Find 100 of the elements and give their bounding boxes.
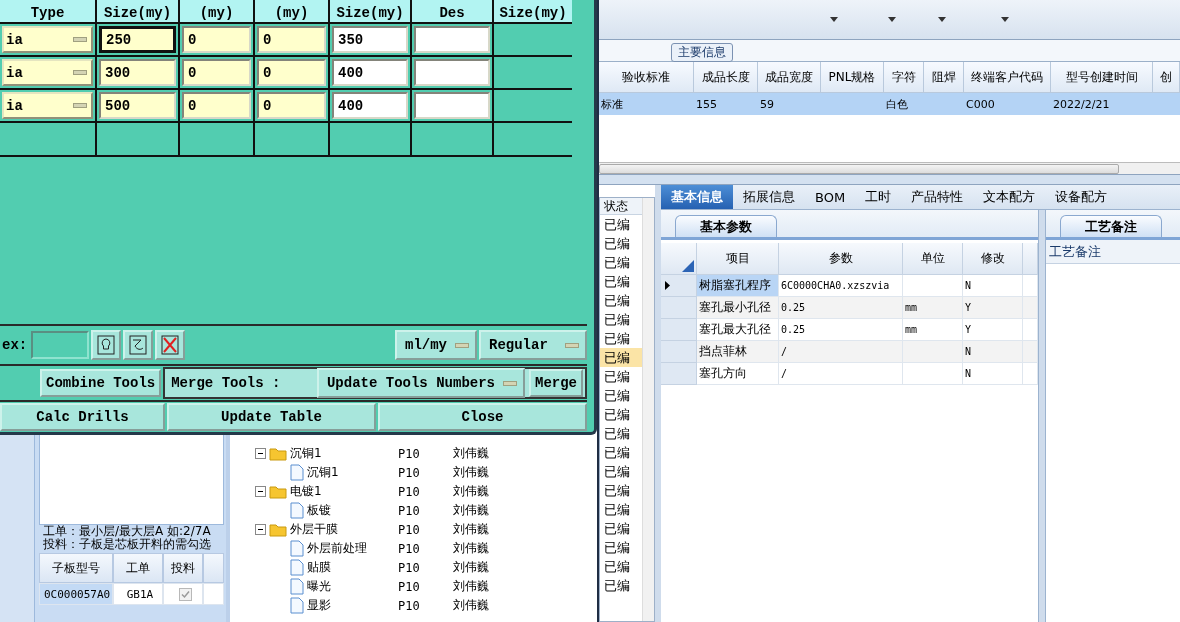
dropdown-caret-icon[interactable] bbox=[938, 17, 946, 22]
collapse-icon[interactable] bbox=[255, 486, 266, 497]
tree-item-label[interactable]: 贴膜 bbox=[307, 559, 331, 576]
tab[interactable]: 文本配方 bbox=[973, 185, 1046, 209]
column-header: PNL规格 bbox=[821, 62, 884, 93]
column-header: 子板型号 bbox=[39, 553, 113, 583]
column-header: 阻焊 bbox=[924, 62, 964, 93]
input-field[interactable]: 0 bbox=[257, 92, 326, 119]
column-header: 项目 bbox=[697, 243, 779, 275]
delete-button[interactable] bbox=[155, 330, 186, 360]
column-header: 字符 bbox=[884, 62, 924, 93]
table-cell: 塞孔最大孔径 bbox=[697, 319, 779, 341]
tab[interactable]: 基本信息 bbox=[661, 185, 733, 209]
input-field[interactable]: 0 bbox=[182, 59, 251, 86]
unit-dropdown[interactable]: ml/my bbox=[395, 330, 477, 360]
tree-cell-text: P10 bbox=[397, 446, 421, 461]
checkbox[interactable] bbox=[178, 587, 192, 601]
action-button[interactable]: Update Table bbox=[167, 403, 376, 431]
bulb-button[interactable] bbox=[91, 330, 122, 360]
input-field[interactable]: 0 bbox=[182, 92, 251, 119]
picture-button[interactable] bbox=[123, 330, 154, 360]
input-field[interactable]: 400 bbox=[332, 92, 408, 119]
table-cell: / bbox=[779, 363, 903, 385]
dropdown-caret-icon[interactable] bbox=[888, 17, 896, 22]
field-label: ex: bbox=[1, 337, 29, 353]
group-title: 主要信息 bbox=[671, 43, 733, 62]
input-field[interactable]: 0 bbox=[182, 26, 251, 53]
tree-item-label[interactable]: 沉铜1 bbox=[307, 464, 339, 481]
tree-item-label[interactable]: 板镀 bbox=[307, 502, 331, 519]
corner-icon bbox=[682, 260, 694, 272]
pane-tab[interactable]: 基本参数 bbox=[675, 215, 777, 237]
column-header: 单位 bbox=[903, 243, 963, 275]
table-cell: mm bbox=[903, 297, 963, 319]
combine-tools-button[interactable]: Combine Tools bbox=[40, 369, 162, 397]
tree-cell-text: P10 bbox=[397, 503, 421, 518]
table-cell: C000 bbox=[964, 93, 1051, 115]
vertical-scrollbar[interactable] bbox=[642, 198, 654, 621]
table-cell: 塞孔方向 bbox=[697, 363, 779, 385]
input-field[interactable] bbox=[414, 59, 490, 86]
dropdown-knob-icon bbox=[503, 380, 517, 386]
input-field[interactable]: 350 bbox=[332, 26, 408, 53]
dropdown-value: ia bbox=[6, 64, 23, 81]
action-button[interactable]: Calc Drills bbox=[0, 403, 165, 431]
tab[interactable]: 设备配方 bbox=[1045, 185, 1118, 209]
input-field[interactable]: 250 bbox=[99, 26, 176, 53]
tree-item-label[interactable]: 曝光 bbox=[307, 578, 331, 595]
input-field[interactable]: 300 bbox=[99, 59, 176, 86]
mode-dropdown[interactable]: Regular bbox=[479, 330, 587, 360]
input-field[interactable]: 500 bbox=[99, 92, 176, 119]
tree-cell-text: P10 bbox=[397, 598, 421, 613]
tab[interactable]: 拓展信息 bbox=[733, 185, 805, 209]
tree-item-label[interactable]: 外层干膜 bbox=[290, 521, 338, 538]
tree-cell-text: 刘伟巍 bbox=[452, 540, 490, 557]
merge-button[interactable]: Merge bbox=[529, 369, 583, 397]
type-dropdown[interactable]: ia bbox=[2, 26, 93, 53]
input-field[interactable]: 0 bbox=[257, 26, 326, 53]
dropdown-caret-icon[interactable] bbox=[1001, 17, 1009, 22]
tree-cell-text: P10 bbox=[397, 465, 421, 480]
column-header: 投料 bbox=[163, 553, 203, 583]
merge-option-dropdown[interactable]: Update Tools Numbers bbox=[316, 368, 525, 398]
horizontal-scrollbar[interactable] bbox=[599, 162, 1180, 174]
document-icon bbox=[290, 559, 304, 576]
table-cell bbox=[903, 275, 963, 297]
tab[interactable]: BOM bbox=[805, 185, 856, 209]
tree-cell-text: 刘伟巍 bbox=[452, 502, 490, 519]
notes-label: 工艺备注 bbox=[1046, 240, 1180, 264]
input-field[interactable]: 400 bbox=[332, 59, 408, 86]
action-button[interactable]: Close bbox=[378, 403, 587, 431]
row-header[interactable] bbox=[661, 275, 697, 297]
column-header: 修改 bbox=[963, 243, 1023, 275]
tree-item-label[interactable]: 外层前处理 bbox=[307, 540, 367, 557]
splitter[interactable] bbox=[599, 174, 1180, 185]
index-field[interactable] bbox=[31, 331, 90, 359]
tree-item-label[interactable]: 电镀1 bbox=[290, 483, 322, 500]
merge-label: Merge Tools : bbox=[171, 375, 281, 391]
tab[interactable]: 产品特性 bbox=[901, 185, 974, 209]
type-dropdown[interactable]: ia bbox=[2, 59, 93, 86]
dropdown-caret-icon[interactable] bbox=[830, 17, 838, 22]
column-header: 型号创建时间 bbox=[1051, 62, 1153, 93]
table-cell: 6C0000CHA0.xzszvia bbox=[779, 275, 903, 297]
tree-item-label[interactable]: 显影 bbox=[307, 597, 331, 614]
tree-item-label[interactable]: 沉铜1 bbox=[290, 445, 322, 462]
document-icon bbox=[290, 540, 304, 557]
pane-tab[interactable]: 工艺备注 bbox=[1060, 215, 1162, 237]
collapse-icon[interactable] bbox=[255, 448, 266, 459]
input-field[interactable]: 0 bbox=[257, 59, 326, 86]
collapse-icon[interactable] bbox=[255, 524, 266, 535]
tab[interactable]: 工时 bbox=[855, 185, 902, 209]
dropdown-knob-icon bbox=[455, 342, 469, 348]
table-cell: 59 bbox=[758, 93, 821, 115]
column-header: Size(my) bbox=[330, 0, 410, 22]
tree-cell-text: 刘伟巍 bbox=[452, 597, 490, 614]
status-cell[interactable]: 已编 bbox=[600, 348, 642, 367]
input-field[interactable] bbox=[414, 26, 490, 53]
column-header: 验收标准 bbox=[599, 62, 694, 93]
input-field[interactable] bbox=[414, 92, 490, 119]
column-header: 成品长度 bbox=[694, 62, 758, 93]
table-cell: 155 bbox=[694, 93, 758, 115]
table-cell: Y bbox=[963, 319, 1023, 341]
type-dropdown[interactable]: ia bbox=[2, 92, 93, 119]
